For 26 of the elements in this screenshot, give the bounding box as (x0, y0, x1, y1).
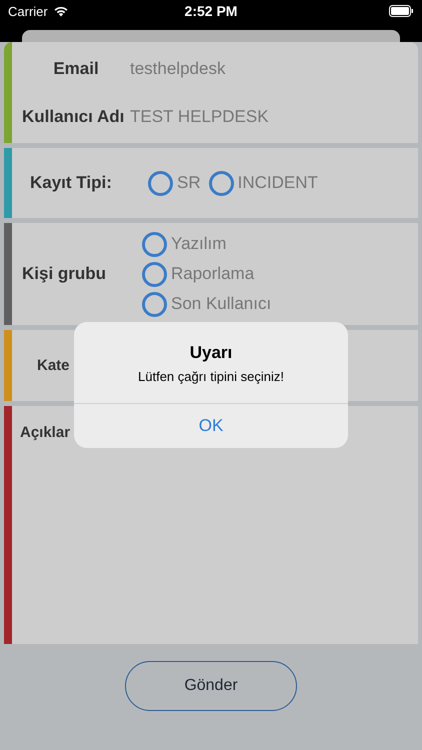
ok-button[interactable]: OK (74, 403, 348, 448)
radio-button[interactable] (142, 232, 167, 256)
field-label: Kate (36, 357, 70, 374)
radio-button[interactable] (148, 170, 173, 196)
field-label: Kullanıcı Adı (21, 106, 126, 126)
alert-title: Uyarı (190, 343, 232, 363)
radio-label: INCIDENT (238, 173, 318, 193)
field-value: TEST HELPDESK (130, 106, 269, 126)
radio-label: SR (177, 173, 201, 193)
radio-label: Yazılım (171, 234, 226, 254)
field-label: Kayıt Tipi: (29, 173, 113, 193)
radio-label: Son Kullanıcı (171, 294, 272, 314)
alert-message: Lütfen çağrı tipini seçiniz! (138, 369, 284, 384)
field-value: testhelpdesk (130, 58, 226, 78)
send-button[interactable]: Gönder (125, 661, 297, 711)
radio-button[interactable] (142, 262, 167, 286)
radio-button[interactable] (142, 292, 167, 316)
battery-icon (389, 5, 414, 17)
wifi-icon (52, 5, 69, 17)
carrier-label: Carrier (8, 4, 48, 18)
field-label: Email (52, 58, 100, 78)
clock-time: 2:52 PM (184, 3, 238, 19)
field-label: Kişi grubu (21, 264, 108, 284)
field-label: Açıklar (19, 424, 70, 441)
radio-label: Raporlama (171, 264, 254, 284)
radio-button[interactable] (208, 170, 234, 196)
